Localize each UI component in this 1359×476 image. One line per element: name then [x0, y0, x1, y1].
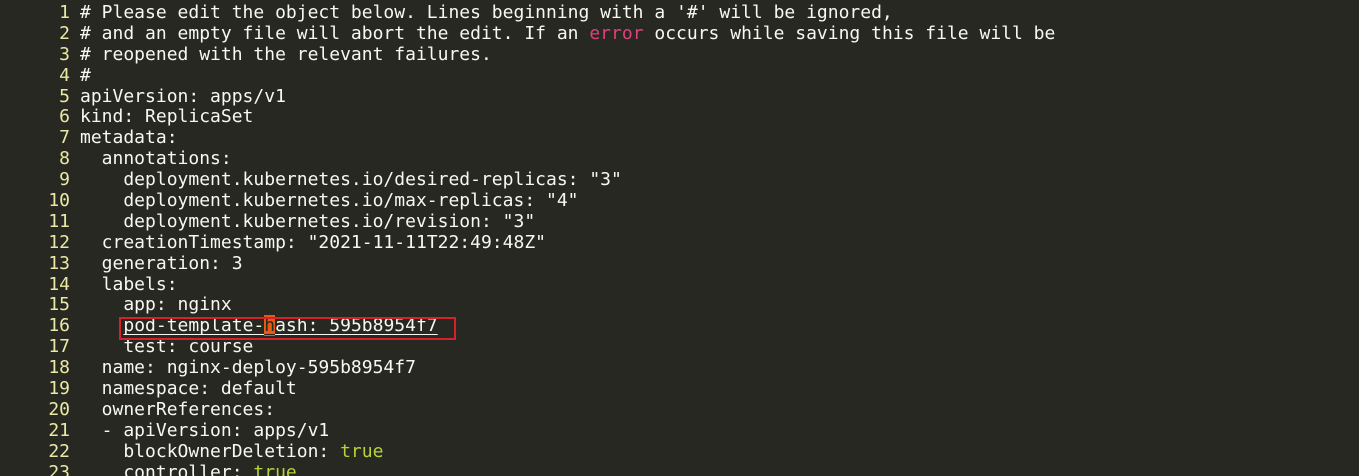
line-content[interactable]: app: nginx — [80, 295, 1359, 316]
editor-line: 17 test: course — [0, 336, 1359, 358]
line-content[interactable]: test: course — [80, 336, 1359, 358]
line-number: 6 — [59, 106, 70, 128]
line-content[interactable]: # and an empty file will abort the edit.… — [80, 22, 1359, 45]
editor-line: 11 deployment.kubernetes.io/revision: "3… — [0, 210, 1359, 233]
line-content[interactable]: namespace: default — [80, 378, 1359, 400]
line-number: 4 — [59, 64, 70, 86]
line-number: 2 — [59, 22, 70, 44]
line-number: 8 — [59, 148, 70, 170]
line-number: 22 — [48, 440, 70, 462]
editor-line: 21 - apiVersion: apps/v1 — [0, 419, 1359, 442]
line-text-before: controller: — [80, 461, 254, 476]
line-number: 12 — [48, 231, 70, 253]
line-content[interactable]: blockOwnerDeletion: true — [80, 440, 1359, 463]
line-content[interactable]: - apiVersion: apps/v1 — [80, 420, 1359, 442]
line-text-after: occurs while saving this file will be — [643, 22, 1056, 44]
line-number: 11 — [48, 210, 70, 232]
line-text-before: # and an empty file will abort the edit.… — [80, 22, 590, 44]
line-content[interactable]: deployment.kubernetes.io/desired-replica… — [80, 169, 1359, 191]
line-content[interactable]: labels: — [80, 274, 1359, 296]
editor-line: 1 # Please edit the object below. Lines … — [0, 2, 1359, 24]
line-number: 10 — [48, 190, 70, 212]
editor-line: 13 generation: 3 — [0, 252, 1359, 275]
text-editor[interactable]: 1 # Please edit the object below. Lines … — [0, 0, 1359, 476]
line-content[interactable]: kind: ReplicaSet — [80, 107, 1359, 128]
editor-line: 14 labels: — [0, 273, 1359, 296]
line-content[interactable]: name: nginx-deploy-595b8954f7 — [80, 357, 1359, 379]
line-content[interactable]: # — [80, 65, 1359, 87]
line-number: 17 — [48, 336, 70, 358]
line-content[interactable]: deployment.kubernetes.io/max-replicas: "… — [80, 190, 1359, 212]
line-text-before: blockOwnerDeletion: — [80, 440, 341, 462]
editor-line: 4 # — [0, 64, 1359, 87]
line-number: 13 — [48, 252, 70, 274]
text-cursor: h — [264, 315, 276, 337]
error-keyword: error — [589, 22, 644, 44]
editor-line: 19 namespace: default — [0, 378, 1359, 400]
editor-line: 18 name: nginx-deploy-595b8954f7 — [0, 357, 1359, 379]
line-content[interactable]: ownerReferences: — [80, 399, 1359, 421]
editor-line: 23 controller: true — [0, 461, 1359, 476]
boolean-value: true — [253, 461, 297, 476]
line-number: 5 — [59, 85, 70, 107]
line-number: 15 — [48, 294, 70, 316]
line-content[interactable]: deployment.kubernetes.io/revision: "3" — [80, 211, 1359, 233]
line-content[interactable]: metadata: — [80, 127, 1359, 149]
editor-line: 9 deployment.kubernetes.io/desired-repli… — [0, 169, 1359, 191]
line-number: 1 — [59, 2, 70, 23]
text-after-cursor: ash: 595b8954f7 — [275, 315, 438, 337]
editor-line: 7 metadata: — [0, 127, 1359, 149]
line-content[interactable]: # reopened with the relevant failures. — [80, 44, 1359, 66]
line-content[interactable]: annotations: — [80, 148, 1359, 170]
editor-line: 6 kind: ReplicaSet — [0, 107, 1359, 128]
line-content[interactable]: pod-template-hash: 595b8954f7 — [80, 315, 1359, 337]
editor-line: 12 creationTimestamp: "2021-11-11T22:49:… — [0, 231, 1359, 254]
editor-line: 20 ownerReferences: — [0, 398, 1359, 421]
boolean-value: true — [340, 440, 384, 462]
line-number: 21 — [48, 419, 70, 441]
line-number: 20 — [48, 398, 70, 420]
line-number: 23 — [48, 461, 70, 476]
line-number: 19 — [48, 378, 70, 400]
editor-line-current: 16 pod-template-hash: 595b8954f7 — [0, 315, 1359, 337]
editor-line: 15 app: nginx — [0, 295, 1359, 316]
editor-lines: 1 # Please edit the object below. Lines … — [0, 2, 1359, 476]
line-content[interactable]: # Please edit the object below. Lines be… — [80, 2, 1359, 24]
editor-line: 8 annotations: — [0, 148, 1359, 170]
editor-line: 22 blockOwnerDeletion: true — [0, 440, 1359, 463]
line-content[interactable]: creationTimestamp: "2021-11-11T22:49:48Z… — [80, 232, 1359, 254]
text-before-cursor: pod-template- — [123, 315, 265, 337]
line-content[interactable]: apiVersion: apps/v1 — [80, 86, 1359, 108]
editor-line: 10 deployment.kubernetes.io/max-replicas… — [0, 190, 1359, 212]
line-number: 16 — [48, 315, 70, 337]
line-number: 14 — [48, 273, 70, 295]
editor-line: 5 apiVersion: apps/v1 — [0, 85, 1359, 108]
line-content[interactable]: controller: true — [80, 461, 1359, 476]
editor-line: 3 # reopened with the relevant failures. — [0, 43, 1359, 66]
editor-line: 2 # and an empty file will abort the edi… — [0, 22, 1359, 45]
line-number: 18 — [48, 357, 70, 379]
line-number: 9 — [59, 169, 70, 191]
line-number: 3 — [59, 43, 70, 65]
line-content[interactable]: generation: 3 — [80, 253, 1359, 275]
line-number: 7 — [59, 127, 70, 149]
